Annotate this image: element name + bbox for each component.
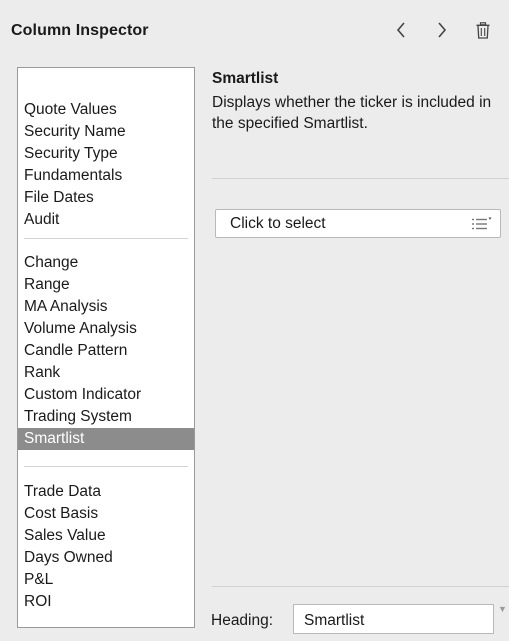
smartlist-select-label: Click to select [230,215,326,232]
delete-button[interactable] [469,16,497,44]
column-title: Smartlist [212,70,279,87]
category-item-audit[interactable]: Audit [18,209,194,231]
category-list[interactable]: Quote Values Security Name Security Type… [17,67,195,628]
category-item-pnl[interactable]: P&L [18,569,194,591]
category-item-volume-analysis[interactable]: Volume Analysis [18,318,194,340]
category-item-file-dates[interactable]: File Dates [18,187,194,209]
category-item-candle-pattern[interactable]: Candle Pattern [18,340,194,362]
category-item-smartlist[interactable]: Smartlist [18,428,194,450]
category-item-quote-values[interactable]: Quote Values [18,99,194,121]
category-item-sales-value[interactable]: Sales Value [18,525,194,547]
forward-button[interactable] [428,16,456,44]
category-item-change[interactable]: Change [18,252,194,274]
category-item-security-name[interactable]: Security Name [18,121,194,143]
category-item-range[interactable]: Range [18,274,194,296]
panel-title: Column Inspector [11,22,149,39]
category-item-custom-indicator[interactable]: Custom Indicator [18,384,194,406]
category-item-security-type[interactable]: Security Type [18,143,194,165]
category-item-fundamentals[interactable]: Fundamentals [18,165,194,187]
heading-label: Heading: [211,612,274,629]
category-divider [24,238,188,239]
chevron-right-icon [438,22,447,38]
column-description: Displays whether the ticker is included … [212,94,492,132]
chevron-left-icon [396,22,405,38]
heading-input[interactable] [293,604,494,634]
detail-divider [212,178,509,179]
category-item-ma-analysis[interactable]: MA Analysis [18,296,194,318]
heading-dropdown-icon[interactable]: ▼ [498,604,507,614]
category-item-trade-data[interactable]: Trade Data [18,481,194,503]
category-item-cost-basis[interactable]: Cost Basis [18,503,194,525]
list-options-icon [472,217,492,230]
footer-divider [212,586,509,587]
inspector-header: Column Inspector [0,0,509,60]
category-item-trading-system[interactable]: Trading System [18,406,194,428]
category-item-roi[interactable]: ROI [18,591,194,613]
smartlist-select[interactable]: Click to select [215,209,501,238]
back-button[interactable] [387,16,415,44]
category-item-rank[interactable]: Rank [18,362,194,384]
trash-icon [476,21,490,39]
category-divider [24,466,188,467]
category-item-days-owned[interactable]: Days Owned [18,547,194,569]
